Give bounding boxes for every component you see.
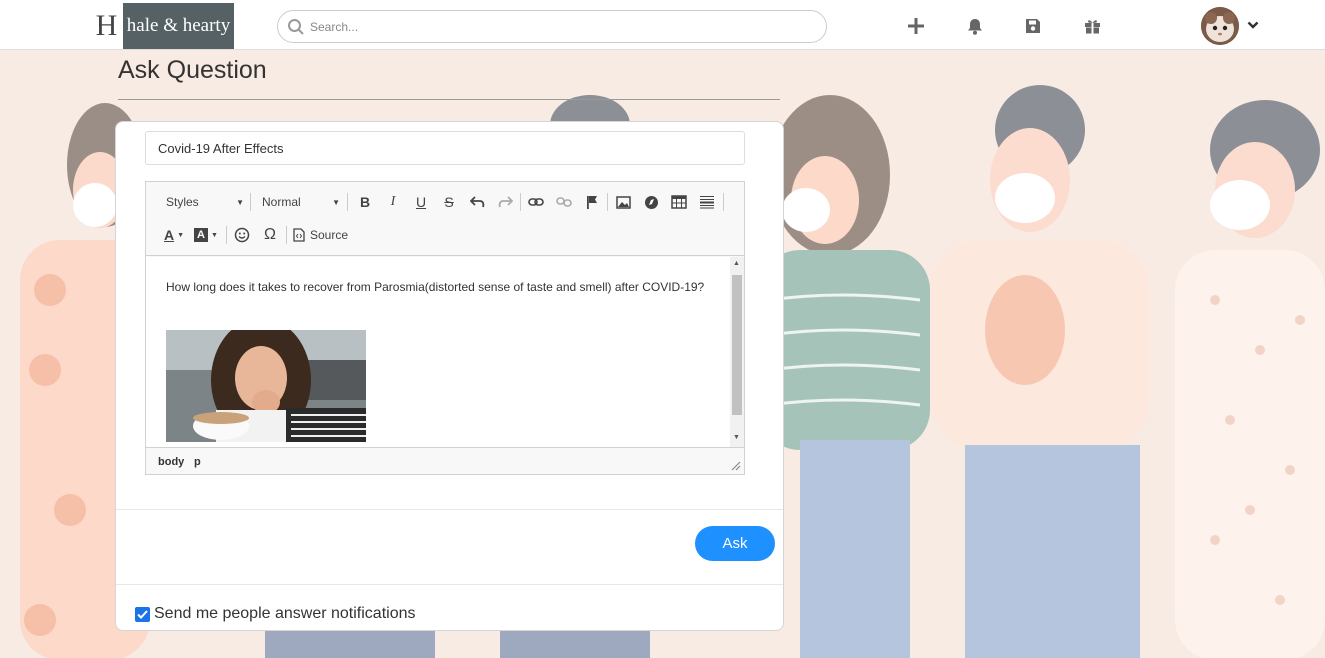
emoji-icon[interactable] (232, 224, 252, 246)
scroll-down-icon[interactable]: ▼ (733, 434, 740, 441)
ask-button[interactable]: Ask (695, 526, 775, 561)
embed-media-icon[interactable] (641, 191, 661, 213)
user-avatar[interactable] (1201, 7, 1239, 45)
editor-toolbar: Styles ▼ Normal ▼ B I U S A ▼ A ▼ Ω Sour… (146, 182, 744, 256)
styles-dropdown[interactable]: Styles ▼ (160, 191, 244, 213)
underline-icon[interactable]: U (411, 191, 431, 213)
search-bar[interactable] (277, 10, 827, 43)
toolbar-separator (286, 226, 287, 244)
italic-icon[interactable]: I (383, 191, 403, 213)
search-input[interactable] (310, 17, 810, 37)
notifications-option[interactable]: Send me people answer notifications (135, 605, 416, 623)
background-color-icon[interactable]: A ▼ (192, 224, 220, 246)
format-dropdown[interactable]: Normal ▼ (256, 191, 340, 213)
toolbar-separator (520, 193, 521, 211)
search-icon (288, 19, 304, 35)
notifications-label: Send me people answer notifications (154, 605, 416, 622)
resize-handle-icon[interactable] (731, 461, 741, 471)
card-divider (116, 509, 783, 510)
plus-icon[interactable] (905, 15, 927, 37)
source-icon (293, 228, 305, 242)
logo[interactable]: H hale & hearty (86, 3, 234, 49)
toolbar-separator (250, 193, 251, 211)
rich-text-editor: Styles ▼ Normal ▼ B I U S A ▼ A ▼ Ω Sour… (145, 181, 745, 475)
save-icon[interactable] (1022, 15, 1044, 37)
text-color-icon[interactable]: A ▼ (160, 224, 188, 246)
ask-question-card: Covid-19 After Effects Styles ▼ Normal ▼… (115, 121, 784, 631)
notifications-checkbox[interactable] (135, 606, 150, 622)
editor-status-bar: body p (146, 447, 744, 474)
logo-text: hale & hearty (123, 3, 234, 49)
table-icon[interactable] (669, 191, 689, 213)
source-button[interactable]: Source (293, 224, 357, 246)
embedded-image[interactable] (166, 330, 366, 442)
card-divider (116, 584, 783, 585)
title-divider (118, 99, 780, 100)
caret-down-icon: ▼ (236, 197, 244, 207)
top-navbar: H hale & hearty (0, 0, 1325, 50)
scrollbar-thumb[interactable] (732, 275, 742, 415)
chevron-down-icon[interactable] (1247, 17, 1259, 35)
styles-dropdown-label: Styles (166, 195, 199, 209)
element-path-p[interactable]: p (194, 456, 201, 468)
unlink-icon[interactable] (554, 191, 574, 213)
editor-scrollbar[interactable]: ▲ ▼ (730, 257, 744, 447)
editor-content-area[interactable]: How long does it takes to recover from P… (146, 257, 730, 447)
element-path-body[interactable]: body (158, 456, 184, 468)
checkmark-icon (137, 609, 148, 619)
gift-icon[interactable] (1081, 15, 1103, 37)
scroll-up-icon[interactable]: ▲ (733, 260, 740, 267)
bold-icon[interactable]: B (355, 191, 375, 213)
special-character-icon[interactable]: Ω (260, 224, 280, 246)
bell-icon[interactable] (964, 15, 986, 37)
undo-icon[interactable] (467, 191, 487, 213)
question-body-text[interactable]: How long does it takes to recover from P… (166, 277, 706, 297)
toolbar-separator (723, 193, 724, 211)
format-dropdown-label: Normal (262, 195, 301, 209)
logo-mark: H (86, 3, 123, 49)
toolbar-separator (607, 193, 608, 211)
page-title: Ask Question (118, 56, 267, 84)
image-icon[interactable] (613, 191, 633, 213)
strikethrough-icon[interactable]: S (439, 191, 459, 213)
caret-down-icon: ▼ (332, 197, 340, 207)
anchor-flag-icon[interactable] (582, 191, 602, 213)
question-title-input[interactable]: Covid-19 After Effects (145, 131, 745, 165)
link-icon[interactable] (526, 191, 546, 213)
toolbar-separator (226, 226, 227, 244)
redo-icon[interactable] (495, 191, 515, 213)
horizontal-rule-icon[interactable] (697, 191, 717, 213)
toolbar-separator (347, 193, 348, 211)
source-button-label: Source (310, 228, 349, 242)
